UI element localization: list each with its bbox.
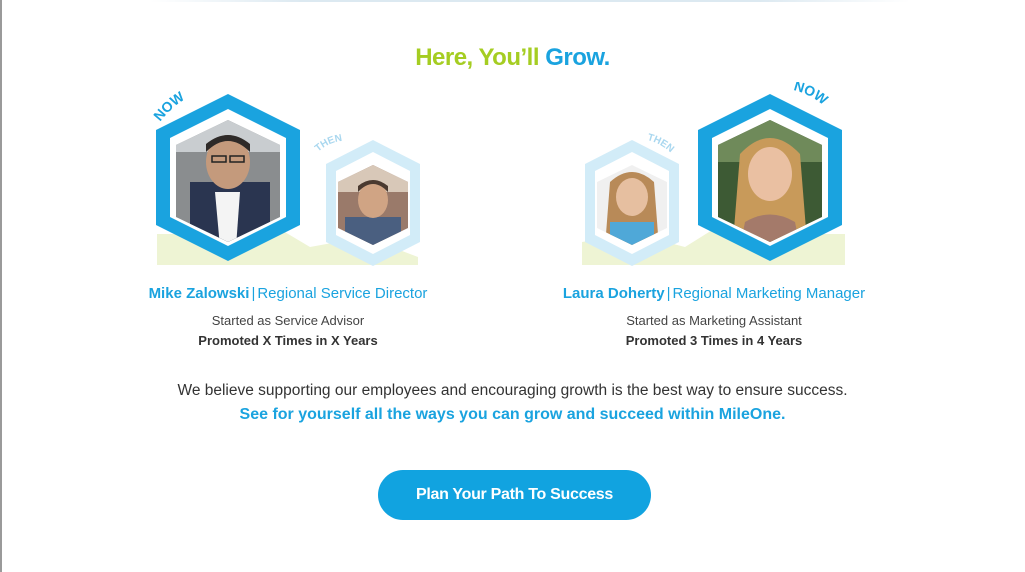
plan-path-button[interactable]: Plan Your Path To Success bbox=[378, 470, 651, 520]
name-separator: | bbox=[666, 285, 671, 302]
name-separator: | bbox=[251, 285, 256, 302]
headline-part-2: Grow. bbox=[545, 44, 610, 71]
person-title: Regional Service Director bbox=[257, 285, 428, 302]
person-title: Regional Marketing Manager bbox=[672, 285, 866, 302]
see-yourself-statement: See for yourself all the ways you can gr… bbox=[239, 406, 786, 423]
person-promoted: Promoted X Times in X Years bbox=[198, 333, 378, 348]
person-started: Started as Marketing Assistant bbox=[626, 313, 802, 328]
person-name: Laura Doherty bbox=[562, 285, 665, 302]
top-divider bbox=[150, 0, 910, 2]
headline-part-1: Here, You’ll bbox=[415, 44, 540, 71]
person-card-mike: Mike Zalowski | Regional Service Director … bbox=[88, 285, 488, 348]
person-name-line: Mike Zalowski | Regional Service Director bbox=[88, 285, 488, 305]
svg-text:NOW: NOW bbox=[792, 82, 831, 108]
person-name-line: Laura Doherty | Regional Marketing Manager bbox=[514, 285, 914, 305]
person-started: Started as Service Advisor bbox=[211, 313, 365, 328]
svg-text:THEN: THEN bbox=[313, 133, 343, 154]
belief-statement: We believe supporting our employees and … bbox=[177, 382, 848, 399]
page-headline: Here, You’ll Grow. bbox=[0, 44, 1025, 72]
mike-then-label: THEN bbox=[313, 133, 343, 154]
laura-photo-graphic: THEN NOW bbox=[575, 82, 855, 267]
page-left-border bbox=[0, 0, 2, 572]
laura-now-label: NOW bbox=[792, 82, 831, 108]
person-name: Mike Zalowski bbox=[148, 285, 250, 302]
person-card-laura: Laura Doherty | Regional Marketing Manager… bbox=[514, 285, 914, 348]
mike-photo-graphic: NOW THEN bbox=[150, 82, 430, 267]
person-promoted: Promoted 3 Times in 4 Years bbox=[625, 333, 803, 348]
